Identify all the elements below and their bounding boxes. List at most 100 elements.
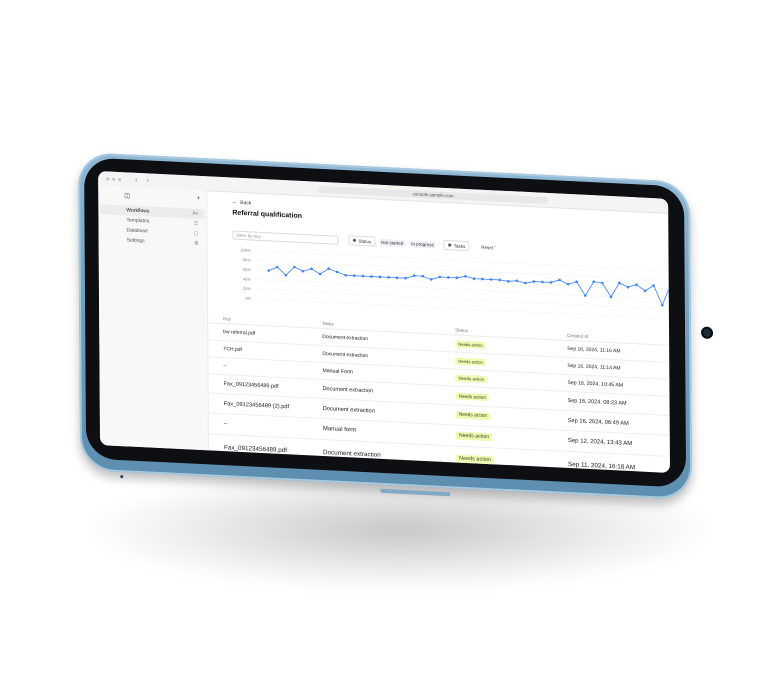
status-chip-not-started[interactable]: Not started [379,238,406,247]
cell-created: Sep 16, 2024, 10:45 AM [567,379,624,389]
data-point [310,267,313,271]
data-point [498,278,501,282]
data-point [575,280,578,284]
cell-key: – [223,421,228,428]
status-badge: Needs action [455,373,488,383]
status-badge: Needs action [455,356,486,366]
status-cell: Needs action [455,391,568,404]
sidebar-item-label: Workflows [126,207,150,215]
y-tick-label: 80% [243,257,251,262]
cell-task: Document extraction [322,405,375,415]
back-arrow-icon[interactable]: ‹ [135,176,137,183]
sidebar: ◫ + Workflows Aʏ Templates ☷ Database ▢ … [98,184,210,451]
gridline [254,250,671,272]
status-badge: Needs action [455,391,489,401]
tasks-filter-label: Tasks [453,242,466,249]
y-tick-label: 100% [240,247,251,253]
sidebar-item-label: Settings [126,237,145,245]
status-filter-label: Status [358,238,372,244]
status-cell: Needs action [455,339,567,352]
data-point [421,274,424,278]
cell-key: Fax_09123456489 (2).pdf [223,400,290,410]
back-label: Back [240,199,252,207]
y-tick-label: 20% [243,286,251,291]
add-icon[interactable]: + [197,196,201,203]
cell-task: Document extraction [322,333,369,343]
y-tick-label: 0% [245,296,251,301]
status-cell: Needs action [455,431,568,444]
table-body: bw referral.pdf Document extraction Needs … [207,323,671,473]
data-point [481,277,484,281]
data-point [549,281,553,284]
url-text: console.sample.com [412,190,454,198]
gear-icon: ⚙ [194,240,199,247]
tasks-icon: ◉ [447,242,452,248]
status-cell: Needs action [455,356,567,369]
template-icon: ☷ [193,220,199,227]
cell-key: bw referral.pdf [223,329,256,337]
data-point [532,280,536,283]
sidebar-toggle-icon[interactable]: ◫ [124,192,130,199]
cell-created: Sep 16, 2024, 06:49 AM [567,417,629,427]
y-tick-label: 60% [243,267,251,272]
chevron-down-icon: ˆ [494,244,496,250]
data-point [489,278,493,281]
tasks-filter[interactable]: ◉ Tasks [443,239,470,252]
data-point [558,278,561,282]
data-point [661,303,664,307]
database-icon: ▢ [193,230,199,237]
cell-key: – [223,363,227,370]
data-point [472,277,476,280]
data-point [600,281,604,285]
bottom-connector [380,488,451,497]
reset-label: Reset [481,244,493,250]
status-badge: Needs action [455,339,486,349]
gridline [254,269,671,291]
data-point [447,276,450,279]
window-dot[interactable] [112,177,116,181]
workflow-table: Key Tasks Status Created at bw referral.… [207,312,671,473]
filter-placeholder: Filter by key [236,232,261,239]
cell-task: Manual form [322,425,357,434]
data-point [275,265,279,269]
cell-key: TCH.pdf [223,346,242,354]
arrow-left-icon: ← [232,199,238,206]
window-dot[interactable] [118,177,122,181]
line-chart: 100% 80% 60% 40% 20% 0% [240,247,671,320]
sidebar-item-label: Templates [126,217,150,225]
status-cell: Needs action [455,411,568,423]
sidebar-item-label: Database [126,227,148,235]
window-dot[interactable] [106,176,110,181]
cell-created: Sep 16, 2024, 11:16 AM [567,345,621,355]
cell-created: Sep 12, 2024, 13:43 AM [567,437,633,448]
data-point [335,270,339,274]
status-cell: Needs action [455,373,567,386]
page-title: Referral qualification [232,209,303,220]
window-controls [106,176,122,181]
tablet-screen: ‹ › console.sample.com ◫ + Workflows Aʏ … [98,170,671,473]
main-content: ← Back Referral qualification Filter by … [206,190,671,473]
back-link[interactable]: ← Back [232,200,251,207]
flow-icon: Aʏ [192,210,199,217]
camera-icon [703,328,712,337]
data-point [524,281,527,285]
data-point [515,279,519,283]
data-point [635,283,638,286]
data-point [438,275,442,279]
status-filter[interactable]: ◉ Status [348,235,376,247]
tablet-scene: ‹ › console.sample.com ◫ + Workflows Aʏ … [0,0,766,692]
mic-hole [120,475,124,479]
cell-created: Sep 16, 2024, 08:23 AM [567,397,627,407]
data-point [455,276,459,280]
data-point [267,269,271,272]
gridline [254,259,671,281]
reset-button[interactable]: Reset ˆ [481,244,496,250]
cell-task: Manual Form [322,367,354,376]
eye-icon: ◉ [352,237,357,243]
cell-task: Document extraction [322,385,374,395]
forward-arrow-icon[interactable]: › [146,177,148,184]
y-tick-label: 40% [243,276,251,281]
data-point [464,275,467,278]
status-chip-in-progress[interactable]: In progress [409,239,436,249]
filter-input[interactable]: Filter by key [232,230,339,245]
